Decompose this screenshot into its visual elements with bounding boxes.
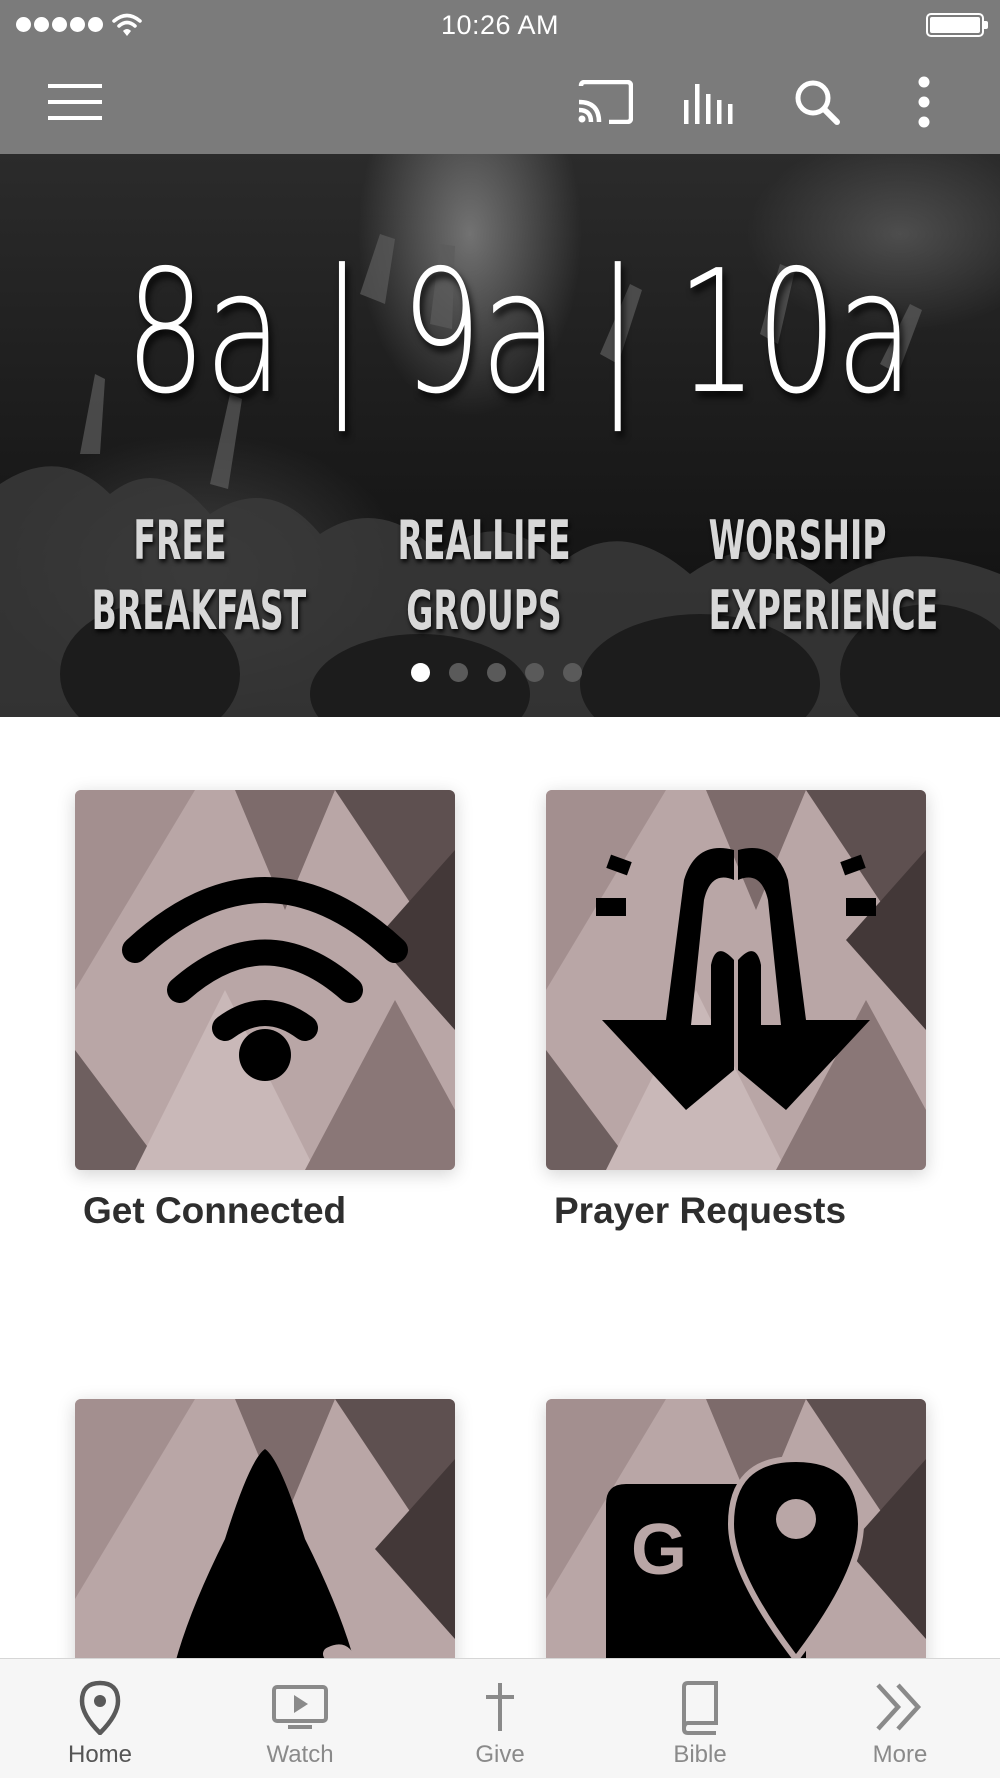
tab-home[interactable]: Home xyxy=(0,1659,200,1778)
tile-label-prayer-requests[interactable]: Prayer Requests xyxy=(554,1190,846,1232)
equalizer-bars-icon xyxy=(684,84,733,124)
map-pin-icon xyxy=(79,1680,121,1735)
status-bar: 10:26 AM xyxy=(0,0,1000,50)
page-dot[interactable] xyxy=(525,663,544,682)
wifi-icon xyxy=(122,877,408,1081)
search-icon xyxy=(795,80,840,125)
page-dot[interactable] xyxy=(487,663,506,682)
book-icon xyxy=(681,1681,718,1735)
service-times: 8a | 9a | 10a xyxy=(125,234,914,432)
app-bar xyxy=(0,50,1000,154)
tab-label-more: More xyxy=(872,1741,928,1768)
hero-label-groups: REALLIFE GROUPS xyxy=(397,509,571,642)
hero-label-breakfast: FREE BREAKFAST xyxy=(91,509,307,642)
tv-play-icon xyxy=(272,1685,328,1729)
tab-label-watch: Watch xyxy=(266,1741,334,1768)
tile-get-connected[interactable] xyxy=(75,790,455,1170)
page-dot[interactable] xyxy=(563,663,582,682)
tile-prayer-requests[interactable] xyxy=(546,790,926,1170)
cast-button[interactable] xyxy=(577,74,633,130)
cast-icon xyxy=(578,80,633,124)
hero-carousel[interactable]: 8a | 9a | 10a FREE BREAKFAST REALLIFE GROU… xyxy=(0,154,1000,717)
bottom-tab-bar: Home Watch Give Bible More xyxy=(0,1658,1000,1778)
hero-label-worship: WORSHIP EXPERIENCE xyxy=(708,509,939,642)
praying-hands-icon xyxy=(596,848,876,1110)
page-dot[interactable] xyxy=(449,663,468,682)
status-time: 10:26 AM xyxy=(440,10,560,40)
double-chevron-icon xyxy=(876,1683,922,1731)
battery-icon xyxy=(926,13,988,37)
hamburger-menu-icon xyxy=(48,84,102,120)
cross-icon xyxy=(486,1683,514,1731)
tab-label-bible: Bible xyxy=(673,1741,727,1768)
tab-give[interactable]: Give xyxy=(400,1659,600,1778)
menu-button[interactable] xyxy=(47,74,103,130)
tab-more[interactable]: More xyxy=(800,1659,1000,1778)
svg-text:G: G xyxy=(631,1510,687,1590)
tile-label-get-connected[interactable]: Get Connected xyxy=(83,1190,346,1232)
carousel-page-indicator[interactable] xyxy=(411,663,582,682)
page-dot[interactable] xyxy=(411,663,430,682)
tab-label-home: Home xyxy=(67,1741,133,1768)
overflow-menu-button[interactable] xyxy=(896,74,952,130)
more-vertical-icon xyxy=(918,76,930,128)
audio-button[interactable] xyxy=(682,74,738,130)
tab-watch[interactable]: Watch xyxy=(200,1659,400,1778)
search-button[interactable] xyxy=(789,74,845,130)
tab-label-give: Give xyxy=(475,1741,525,1768)
tab-bible[interactable]: Bible xyxy=(600,1659,800,1778)
